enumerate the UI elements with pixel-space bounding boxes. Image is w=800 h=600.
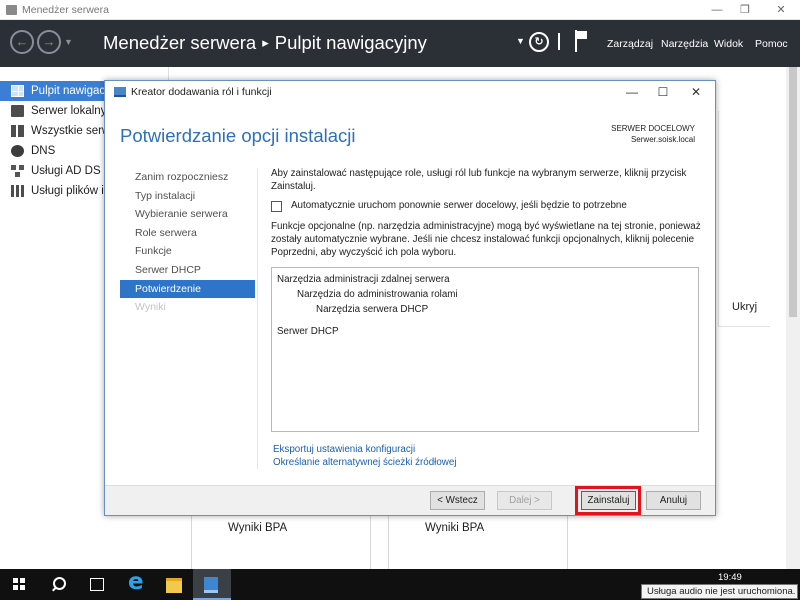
sidebar-item-all-servers[interactable]: Wszystkie serwery xyxy=(0,121,104,141)
internet-explorer-icon[interactable] xyxy=(118,569,156,600)
chevron-down-icon[interactable]: ▼ xyxy=(516,36,525,46)
sidebar-item-label: Usługi AD DS xyxy=(31,165,101,177)
sidebar-item-label: DNS xyxy=(31,145,56,157)
notifications-flag-icon[interactable] xyxy=(575,30,587,52)
breadcrumb: Menedżer serwera ▸ Pulpit nawigacyjny xyxy=(103,32,427,54)
restore-icon[interactable]: ❐ xyxy=(728,0,762,20)
server-manager-header: ← → ▼ Menedżer serwera ▸ Pulpit nawigacyjn… xyxy=(0,20,800,67)
audio-service-tooltip: Usługa audio nie jest uruchomiona. xyxy=(641,584,798,599)
file-services-icon xyxy=(11,185,24,197)
sidebar-item-ad-ds[interactable]: Usługi AD DS xyxy=(0,161,104,181)
install-button[interactable]: Zainstaluj xyxy=(581,491,636,510)
previous-button[interactable]: < Wstecz xyxy=(430,491,485,510)
cancel-button[interactable]: Anuluj xyxy=(646,491,701,510)
server-manager-taskbar-icon[interactable] xyxy=(193,569,231,600)
maximize-icon[interactable]: ☐ xyxy=(648,81,678,103)
search-icon[interactable] xyxy=(40,569,78,600)
menu-view[interactable]: Widok xyxy=(714,38,743,50)
server-manager-app-icon xyxy=(6,5,17,15)
forward-arrow-icon[interactable]: → xyxy=(37,30,61,54)
menu-help[interactable]: Pomoc xyxy=(755,38,788,50)
clock-time[interactable]: 19:49 xyxy=(718,572,742,583)
list-item: Narzędzia administracji zdalnej serwera xyxy=(277,274,450,285)
breadcrumb-separator: ▸ xyxy=(262,35,269,50)
windows-start-icon[interactable] xyxy=(0,569,38,600)
wizard-steps: Zanim rozpoczniesz Typ instalacji Wybier… xyxy=(120,168,255,317)
step-features[interactable]: Funkcje xyxy=(120,242,255,261)
bpa-results-label: Wyniki BPA xyxy=(425,522,485,534)
sidebar-item-label: Wszystkie serwery xyxy=(31,125,104,137)
refresh-icon[interactable]: ↻ xyxy=(529,32,549,52)
target-server-label: SERWER DOCELOWY xyxy=(611,124,695,133)
restart-checkbox[interactable] xyxy=(271,201,282,212)
sidebar-item-dns[interactable]: DNS xyxy=(0,141,104,161)
sidebar-item-label: Pulpit nawigacyjny xyxy=(31,85,104,97)
selection-list: Narzędzia administracji zdalnej serwera … xyxy=(271,267,699,432)
alternate-source-link[interactable]: Określanie alternatywnej ścieżki źródłow… xyxy=(273,457,457,468)
hide-welcome-link[interactable]: Ukryj xyxy=(732,301,757,313)
next-button: Dalej > xyxy=(497,491,552,510)
breadcrumb-current: Pulpit nawigacyjny xyxy=(274,32,427,53)
step-installation-type[interactable]: Typ instalacji xyxy=(120,187,255,206)
scrollbar-thumb[interactable] xyxy=(789,67,797,317)
dashboard-icon xyxy=(11,85,24,97)
servers-icon xyxy=(11,125,24,137)
task-view-icon[interactable] xyxy=(78,569,116,600)
optional-features-text: Funkcje opcjonalne (np. narzędzia admini… xyxy=(271,221,701,258)
file-explorer-icon[interactable] xyxy=(155,569,193,600)
minimize-icon[interactable]: — xyxy=(617,81,647,103)
close-icon[interactable]: ✕ xyxy=(681,81,711,103)
restart-checkbox-label[interactable]: Automatycznie uruchom ponownie serwer do… xyxy=(291,200,627,211)
history-dropdown-icon[interactable]: ▼ xyxy=(64,37,73,47)
intro-text: Aby zainstalować następujące role, usług… xyxy=(271,168,687,192)
list-item: Narzędzia do administrowania rolami xyxy=(297,289,458,300)
vertical-scrollbar[interactable] xyxy=(786,67,800,569)
menu-manage[interactable]: Zarządzaj xyxy=(607,38,653,50)
close-icon[interactable]: ✕ xyxy=(764,0,798,20)
sidebar: Pulpit nawigacyjny Serwer lokalny Wszyst… xyxy=(0,81,104,201)
step-results: Wyniki xyxy=(135,301,166,314)
sidebar-item-file-services[interactable]: Usługi plików i magazynowania xyxy=(0,181,104,201)
header-divider xyxy=(558,33,560,50)
back-arrow-icon[interactable]: ← xyxy=(10,30,34,54)
sidebar-item-local-server[interactable]: Serwer lokalny xyxy=(0,101,104,121)
step-confirmation[interactable]: Potwierdzenie xyxy=(120,279,255,299)
step-server-selection[interactable]: Wybieranie serwera xyxy=(120,205,255,224)
steps-divider xyxy=(257,169,258,469)
wizard-titlebar: Kreator dodawania ról i funkcji — ☐ ✕ xyxy=(105,81,715,103)
list-item: Serwer DHCP xyxy=(277,326,339,337)
step-dhcp-server[interactable]: Serwer DHCP xyxy=(120,261,255,280)
step-before-you-begin[interactable]: Zanim rozpoczniesz xyxy=(120,168,255,187)
step-server-roles[interactable]: Role serwera xyxy=(120,224,255,243)
list-item: Narzędzia serwera DHCP xyxy=(316,304,429,315)
page-title: Potwierdzanie opcji instalacji xyxy=(120,125,356,146)
welcome-panel-edge xyxy=(718,111,770,327)
sidebar-item-label: Serwer lokalny xyxy=(31,105,104,117)
wizard-app-icon xyxy=(114,87,126,97)
target-server-value: Serwer.soisk.local xyxy=(630,135,695,144)
window-title: Menedżer serwera xyxy=(22,4,109,16)
bpa-tile[interactable]: Wyniki BPA xyxy=(191,511,371,569)
dns-icon xyxy=(11,145,24,157)
bpa-results-label: Wyniki BPA xyxy=(228,522,288,534)
adds-icon xyxy=(11,165,24,177)
bpa-tile[interactable]: Wyniki BPA xyxy=(388,511,568,569)
breadcrumb-root: Menedżer serwera xyxy=(103,32,257,53)
add-roles-wizard-dialog: Kreator dodawania ról i funkcji — ☐ ✕ Po… xyxy=(104,80,716,516)
sidebar-item-dashboard[interactable]: Pulpit nawigacyjny xyxy=(0,81,104,101)
sidebar-item-label: Usługi plików i magazynowania xyxy=(31,185,104,197)
server-manager-titlebar: Menedżer serwera — ❐ ✕ xyxy=(0,0,800,20)
server-icon xyxy=(11,105,24,117)
wizard-title: Kreator dodawania ról i funkcji xyxy=(131,86,272,98)
export-config-link[interactable]: Eksportuj ustawienia konfiguracji xyxy=(273,444,415,455)
menu-tools[interactable]: Narzędzia xyxy=(661,38,708,50)
